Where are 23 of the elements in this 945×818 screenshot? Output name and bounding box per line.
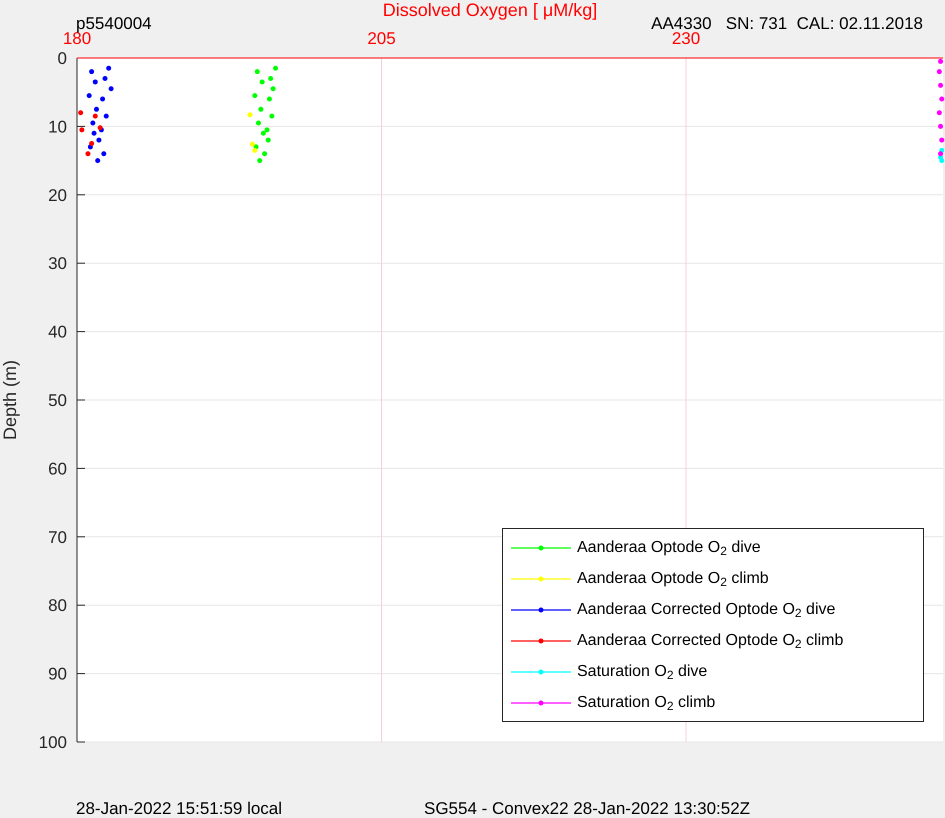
- y-tick-label: 50: [48, 391, 67, 410]
- legend-label: Aanderaa Optode O$_{2}$ climb: [577, 568, 769, 590]
- y-tick-label: 0: [58, 49, 67, 68]
- y-tick-label: 100: [38, 733, 67, 752]
- legend-label: Saturation O$_{2}$ climb: [577, 692, 716, 714]
- y-tick-label: 90: [48, 664, 67, 684]
- glider-id: p5540004: [76, 14, 152, 33]
- y-tick-label: 60: [48, 459, 67, 478]
- y-tick-label: 70: [48, 528, 67, 547]
- chart-title: Dissolved Oxygen [ μM/kg]: [382, 0, 598, 20]
- local-timestamp: 28-Jan-2022 15:51:59 local: [76, 799, 282, 818]
- y-tick-label: 30: [48, 254, 67, 274]
- y-tick-label: 40: [48, 322, 67, 342]
- y-axis-title: Depth (m): [0, 360, 20, 440]
- legend-label: Saturation O$_{2}$ dive: [577, 662, 708, 684]
- mission-info: SG554 - Convex22 28-Jan-2022 13:30:52Z: [424, 799, 750, 818]
- legend-label: Aanderaa Corrected Optode O$_{2}$ dive: [577, 600, 836, 622]
- y-tick-label: 10: [48, 117, 67, 136]
- legend-label: Aanderaa Optode O$_{2}$ dive: [577, 538, 761, 560]
- y-tick-label: 80: [48, 596, 67, 616]
- y-tick-label: 20: [48, 186, 67, 205]
- x-tick-label: 205: [367, 29, 396, 48]
- legend-label: Aanderaa Corrected Optode O$_{2}$ climb: [577, 630, 844, 652]
